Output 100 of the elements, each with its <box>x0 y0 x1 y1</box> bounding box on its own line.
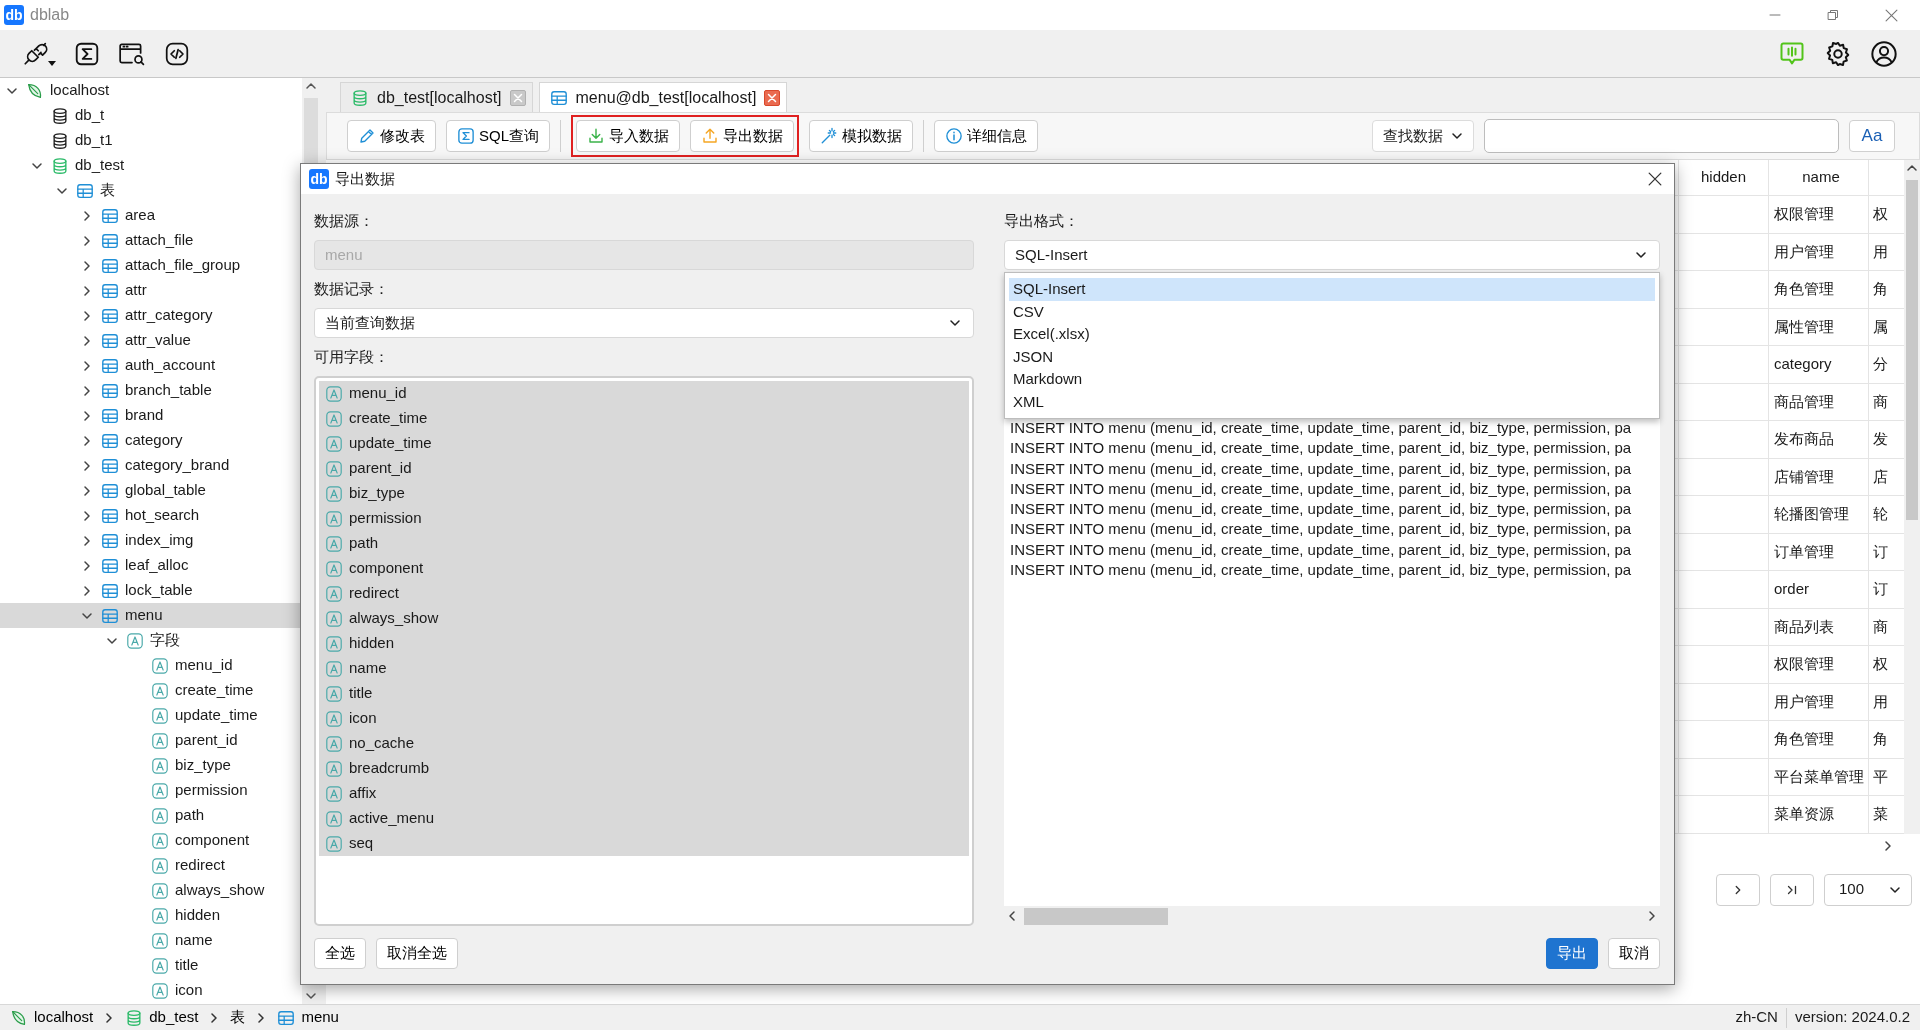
dropdown-option[interactable]: Excel(.xlsx) <box>1009 323 1655 346</box>
tree-item[interactable]: global_table <box>0 478 302 503</box>
toolbar-button[interactable]: 模拟数据 <box>809 120 913 152</box>
field-icon <box>325 809 343 828</box>
field-list-item[interactable]: name <box>319 656 969 681</box>
scrollbar-thumb[interactable] <box>1024 907 1168 925</box>
tree-item[interactable]: area <box>0 203 302 228</box>
path-segment[interactable]: localhost <box>10 1006 94 1029</box>
tree-item[interactable]: 字段 <box>0 628 302 653</box>
toolbar-button[interactable]: SQL查询 <box>446 120 550 152</box>
field-list-item[interactable]: create_time <box>319 406 969 431</box>
field-list-item[interactable]: title <box>319 681 969 706</box>
dropdown-option[interactable]: XML <box>1009 390 1655 413</box>
preview-line: INSERT INTO menu (menu_id, create_time, update_time, parent_id, biz_type, permission, pa <box>1010 519 1633 540</box>
field-list-item[interactable]: affix <box>319 781 969 806</box>
close-icon[interactable] <box>764 89 781 106</box>
path-segment[interactable]: db_test <box>125 1006 199 1029</box>
tree-item[interactable]: localhost <box>0 78 302 103</box>
tree-item[interactable]: attr <box>0 278 302 303</box>
tree-item[interactable]: brand <box>0 403 302 428</box>
tree-item[interactable]: db_t1 <box>0 128 302 153</box>
toolbar-button[interactable]: 导出数据 <box>690 120 794 152</box>
tree-item[interactable]: update_time <box>0 703 302 728</box>
export-button[interactable]: 导出 <box>1546 938 1598 969</box>
tree-item[interactable]: permission <box>0 778 302 803</box>
tree-item[interactable]: attr_category <box>0 303 302 328</box>
dropdown-option[interactable]: SQL-Insert <box>1009 278 1655 301</box>
tree-item[interactable]: title <box>0 953 302 978</box>
table-icon <box>101 556 119 575</box>
tree-item[interactable]: db_t <box>0 103 302 128</box>
page-size-select[interactable]: 100 <box>1824 873 1912 906</box>
tree-item[interactable]: always_show <box>0 878 302 903</box>
field-list-item[interactable]: icon <box>319 706 969 731</box>
dropdown-option[interactable]: CSV <box>1009 300 1655 323</box>
field-list-item[interactable]: permission <box>319 506 969 531</box>
format-select[interactable]: SQL-Insert <box>1004 240 1660 270</box>
tree-item[interactable]: leaf_alloc <box>0 553 302 578</box>
toolbar-button[interactable]: 导入数据 <box>576 120 680 152</box>
field-icon <box>325 509 343 528</box>
column-header[interactable]: name <box>1802 166 1840 189</box>
toolbar-button[interactable]: 修改表 <box>347 120 436 152</box>
cancel-button[interactable]: 取消 <box>1608 938 1660 969</box>
field-list-item[interactable]: active_menu <box>319 806 969 831</box>
tree-item[interactable]: attr_value <box>0 328 302 353</box>
field-list-item[interactable]: breadcrumb <box>319 756 969 781</box>
match-case-button[interactable]: Aa <box>1849 120 1895 152</box>
path-segment[interactable]: menu <box>277 1006 339 1029</box>
field-list-item[interactable]: update_time <box>319 431 969 456</box>
tree-item[interactable]: attach_file <box>0 228 302 253</box>
scrollbar-thumb[interactable] <box>1906 180 1918 520</box>
field-list-item[interactable]: seq <box>319 831 969 856</box>
tree-item[interactable]: component <box>0 828 302 853</box>
field-list-item[interactable]: always_show <box>319 606 969 631</box>
tree-item[interactable]: attach_file_group <box>0 253 302 278</box>
download-icon <box>587 127 605 145</box>
tree-item[interactable]: icon <box>0 978 302 1003</box>
column-header[interactable]: hidden <box>1700 166 1746 189</box>
tree-item[interactable]: name <box>0 928 302 953</box>
select-all-button[interactable]: 全选 <box>314 938 366 969</box>
field-list-item[interactable]: hidden <box>319 631 969 656</box>
tab[interactable]: db_test[localhost] <box>340 82 533 112</box>
dropdown-option[interactable]: Markdown <box>1009 368 1655 391</box>
deselect-all-button[interactable]: 取消全选 <box>376 938 458 969</box>
tree-item[interactable]: category_brand <box>0 453 302 478</box>
search-mode-select[interactable]: 查找数据 <box>1372 120 1474 152</box>
field-icon <box>325 734 343 753</box>
tree-item[interactable]: biz_type <box>0 753 302 778</box>
tree-item[interactable]: lock_table <box>0 578 302 603</box>
field-list-item[interactable]: component <box>319 556 969 581</box>
tree-item[interactable]: 表 <box>0 178 302 203</box>
tree-item[interactable]: create_time <box>0 678 302 703</box>
field-list-item[interactable]: biz_type <box>319 481 969 506</box>
tree-item[interactable]: parent_id <box>0 728 302 753</box>
toolbar-button[interactable]: 详细信息 <box>934 120 1038 152</box>
tree-item[interactable]: menu <box>0 603 302 628</box>
records-select[interactable]: 当前查询数据 <box>314 308 974 338</box>
tree-item[interactable]: hidden <box>0 903 302 928</box>
field-icon <box>151 781 169 800</box>
tree-item[interactable]: category <box>0 428 302 453</box>
tree-item[interactable]: hot_search <box>0 503 302 528</box>
tree-item[interactable]: menu_id <box>0 653 302 678</box>
field-icon <box>151 931 169 950</box>
field-list-item[interactable]: redirect <box>319 581 969 606</box>
tree-item[interactable]: branch_table <box>0 378 302 403</box>
tab[interactable]: menu@db_test[localhost] <box>538 82 788 112</box>
field-list-item[interactable]: no_cache <box>319 731 969 756</box>
dropdown-option[interactable]: JSON <box>1009 345 1655 368</box>
field-list-item[interactable]: parent_id <box>319 456 969 481</box>
path-segment[interactable]: 表 <box>230 1006 246 1029</box>
field-list-item[interactable]: menu_id <box>319 381 969 406</box>
tree-item[interactable]: index_img <box>0 528 302 553</box>
field-label: 导出格式： <box>1004 212 1079 229</box>
tree-item[interactable]: auth_account <box>0 353 302 378</box>
field-icon <box>325 409 343 428</box>
field-list-item[interactable]: path <box>319 531 969 556</box>
tree-item[interactable]: db_test <box>0 153 302 178</box>
tree-item[interactable]: path <box>0 803 302 828</box>
tree-item[interactable]: redirect <box>0 853 302 878</box>
table-cell-text: 订单管理 <box>1774 541 1834 562</box>
search-field[interactable] <box>1484 119 1839 153</box>
